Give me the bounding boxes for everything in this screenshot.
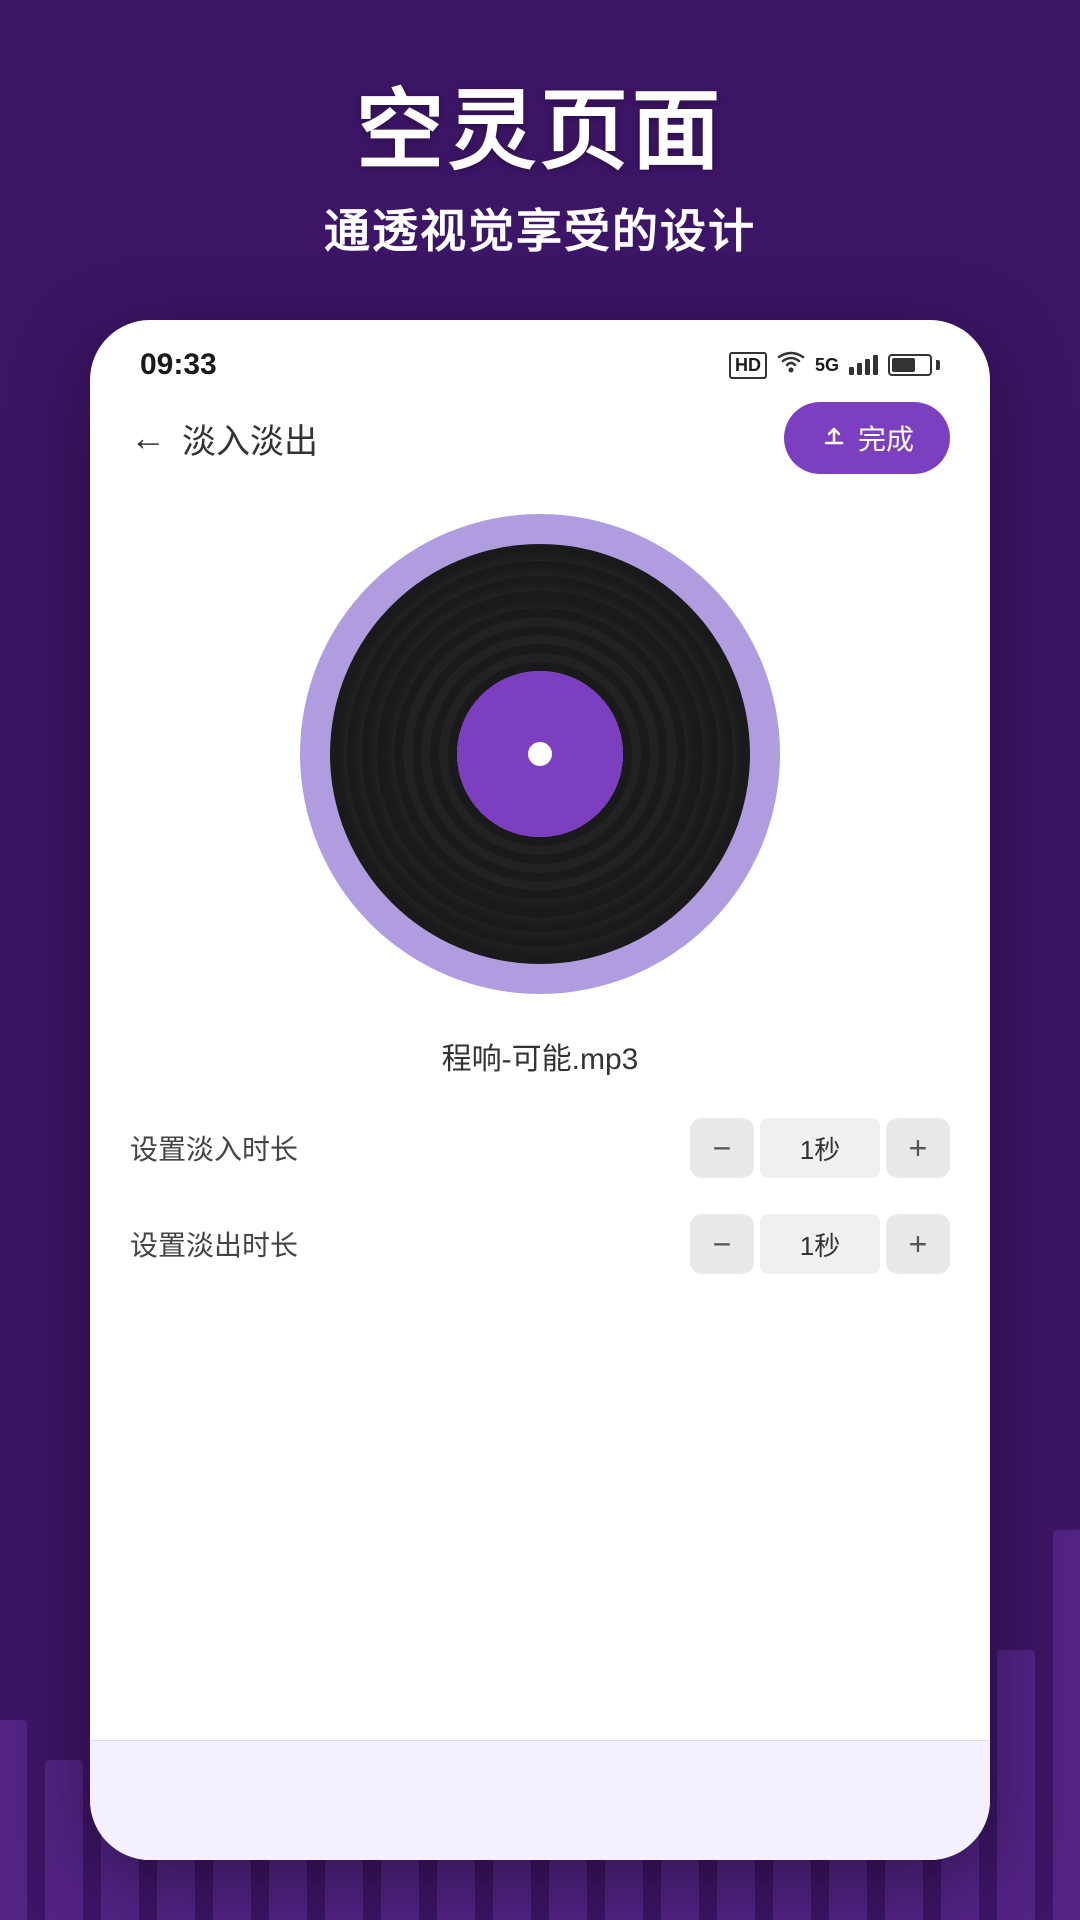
- fade-out-value: 1秒: [760, 1214, 880, 1274]
- nav-bar: ← 淡入淡出 完成: [90, 392, 990, 494]
- upload-icon: [820, 421, 848, 456]
- vinyl-hole: [528, 742, 552, 766]
- fade-out-control: 设置淡出时长 − 1秒 +: [130, 1214, 950, 1274]
- fade-out-label: 设置淡出时长: [130, 1224, 690, 1264]
- vinyl-center: [460, 674, 620, 834]
- controls-section: 设置淡入时长 − 1秒 + 设置淡出时长 − 1秒 +: [90, 1118, 990, 1274]
- fade-in-decrement-button[interactable]: −: [690, 1118, 754, 1178]
- vinyl-record: [330, 544, 750, 964]
- complete-button[interactable]: 完成: [784, 402, 950, 474]
- fade-in-increment-button[interactable]: +: [886, 1118, 950, 1178]
- bottom-area: [90, 1740, 990, 1860]
- eq-bar: [1053, 1530, 1080, 1920]
- vinyl-outer-ring: [300, 514, 780, 994]
- eq-bar: [0, 1720, 27, 1920]
- fade-in-label: 设置淡入时长: [130, 1128, 690, 1168]
- fade-in-control: 设置淡入时长 − 1秒 +: [130, 1118, 950, 1178]
- track-name: 程响-可能.mp3: [90, 1034, 990, 1078]
- back-arrow-icon: ←: [130, 417, 166, 459]
- eq-bar: [997, 1650, 1035, 1920]
- eq-bar: [45, 1760, 83, 1920]
- wifi-icon: [777, 351, 805, 379]
- phone-mockup: 09:33 HD 5G: [90, 320, 990, 1860]
- header-title: 空灵页面: [0, 60, 1080, 187]
- fade-in-stepper: − 1秒 +: [690, 1118, 950, 1178]
- complete-label: 完成: [858, 418, 914, 458]
- fade-out-increment-button[interactable]: +: [886, 1214, 950, 1274]
- header-subtitle: 通透视觉享受的设计: [0, 195, 1080, 261]
- header-section: 空灵页面 通透视觉享受的设计: [0, 60, 1080, 261]
- hd-icon: HD: [729, 352, 767, 379]
- battery-icon: [888, 354, 940, 376]
- back-button[interactable]: ← 淡入淡出: [130, 414, 318, 463]
- vinyl-area: [90, 514, 990, 994]
- status-bar: 09:33 HD 5G: [90, 320, 990, 392]
- signal-icon: [849, 355, 878, 375]
- nav-title: 淡入淡出: [182, 414, 318, 463]
- fade-in-value: 1秒: [760, 1118, 880, 1178]
- status-time: 09:33: [140, 348, 217, 382]
- fade-out-decrement-button[interactable]: −: [690, 1214, 754, 1274]
- 5g-icon: 5G: [815, 355, 839, 376]
- fade-out-stepper: − 1秒 +: [690, 1214, 950, 1274]
- status-icons: HD 5G: [729, 351, 940, 379]
